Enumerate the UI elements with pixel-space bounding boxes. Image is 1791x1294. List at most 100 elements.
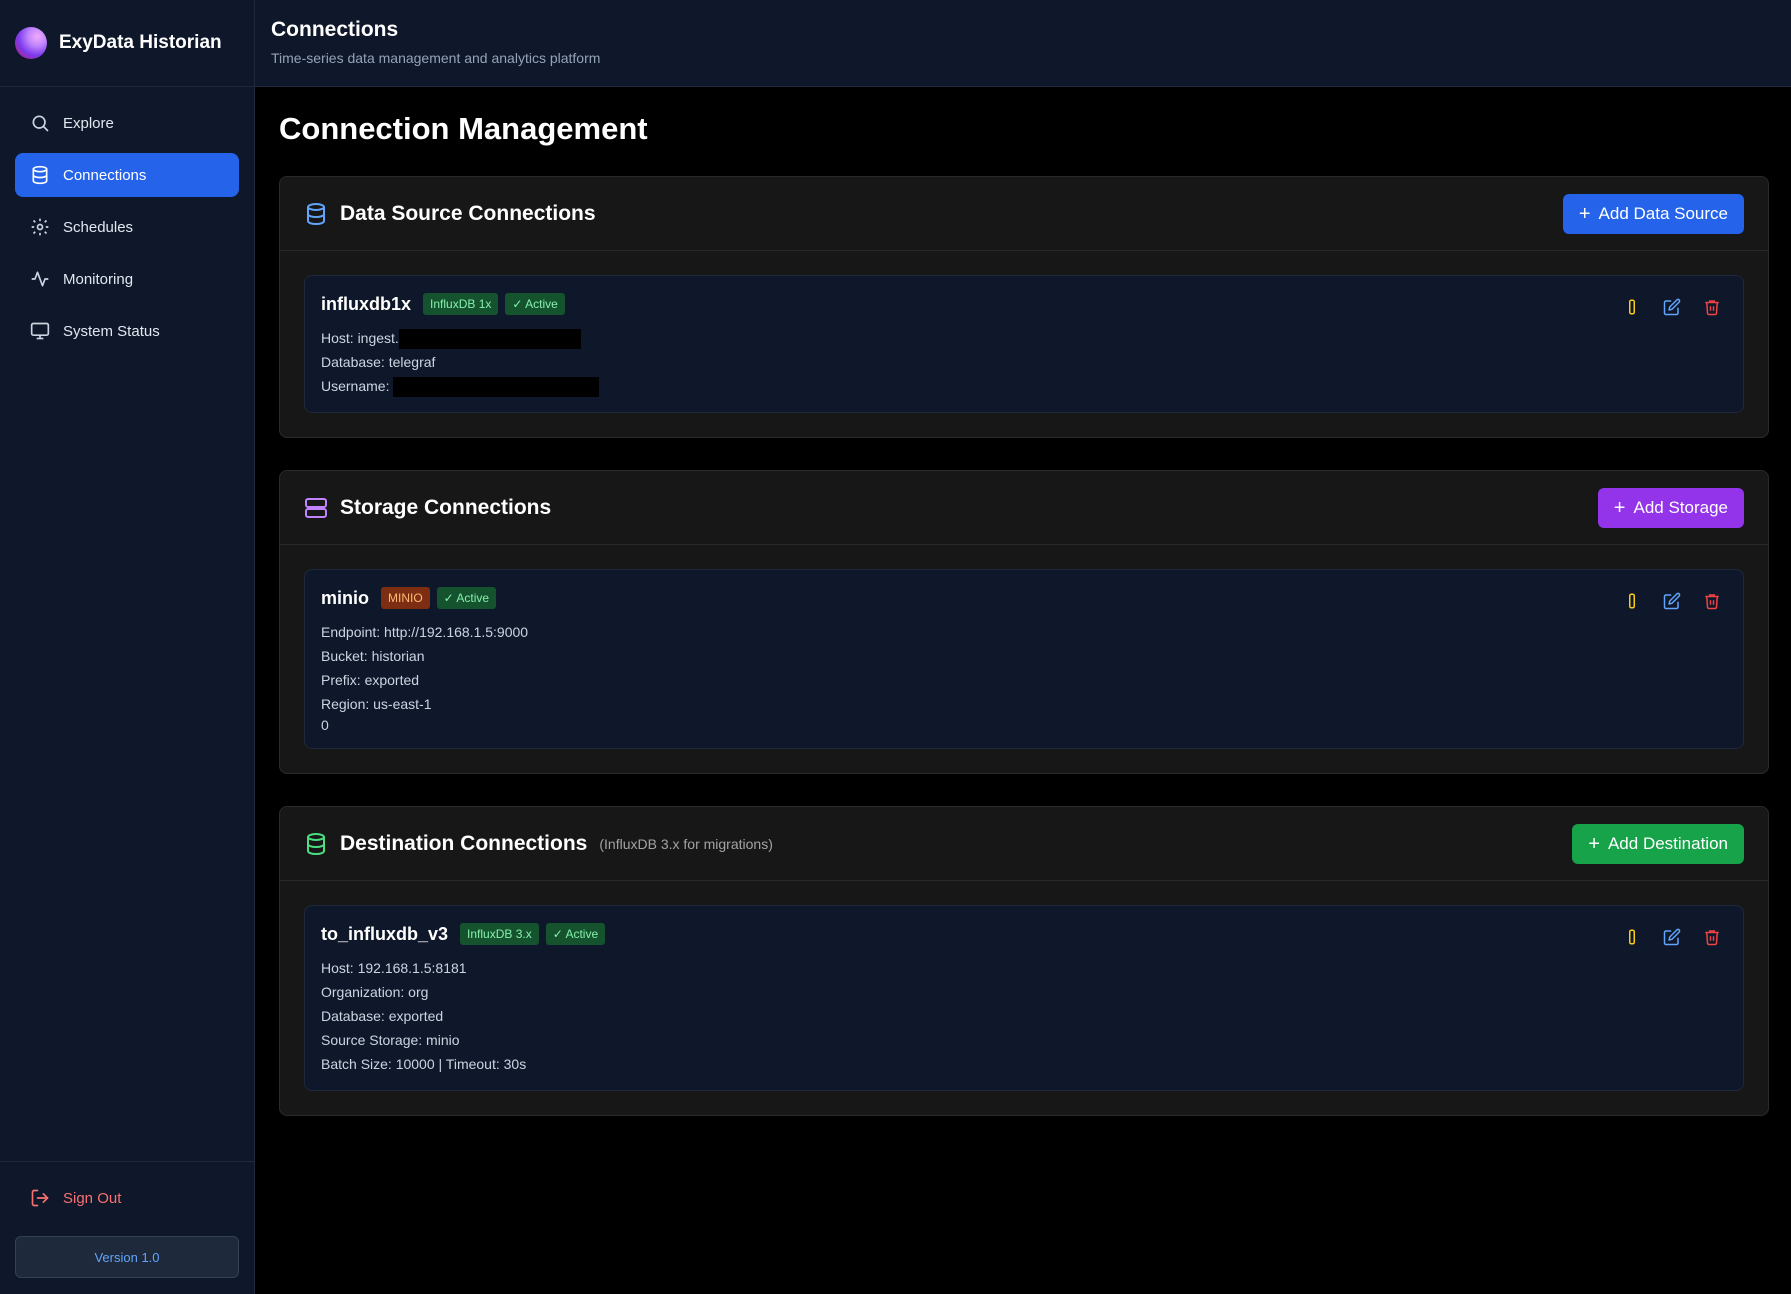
sidebar-item-explore[interactable]: Explore bbox=[15, 101, 239, 145]
button-label: Add Storage bbox=[1633, 497, 1728, 517]
sidebar-item-label: Monitoring bbox=[63, 270, 134, 288]
database-icon bbox=[307, 832, 325, 855]
connection-card: influxdb1x InfluxDB 1x ✓ Active Host: in… bbox=[304, 275, 1744, 413]
card-actions bbox=[1603, 298, 1723, 318]
section-title: Destination Connections bbox=[340, 831, 588, 855]
sign-out-button[interactable]: Sign Out bbox=[15, 1176, 239, 1220]
brand: ExyData Historian bbox=[0, 0, 254, 87]
section-header: Data Source Connections + Add Data Sourc… bbox=[280, 177, 1768, 251]
add-storage-button[interactable]: + Add Storage bbox=[1597, 487, 1744, 528]
type-badge: InfluxDB 1x bbox=[423, 293, 499, 315]
edit-button[interactable] bbox=[1663, 298, 1683, 318]
monitor-icon bbox=[30, 322, 50, 340]
edit-icon bbox=[1663, 928, 1681, 946]
card-detail: Region: us-east-1 bbox=[321, 696, 432, 712]
test-connection-button[interactable] bbox=[1623, 298, 1643, 318]
button-label: Add Data Source bbox=[1598, 203, 1728, 223]
header-subtitle: Time-series data management and analytic… bbox=[271, 50, 601, 66]
sidebar-item-connections[interactable]: Connections bbox=[15, 153, 239, 197]
main-area: Connections Time-series data management … bbox=[255, 0, 1791, 1294]
test-connection-button[interactable] bbox=[1623, 928, 1643, 948]
card-detail: Database: exported bbox=[321, 1008, 444, 1024]
card-detail: Username: bbox=[321, 374, 1727, 398]
app-name: ExyData Historian bbox=[59, 32, 222, 53]
card-detail: Host: ingest. bbox=[321, 326, 1727, 350]
data-source-section: Data Source Connections + Add Data Sourc… bbox=[279, 176, 1769, 438]
type-badge: MINIO bbox=[381, 587, 430, 609]
content: Connection Management Data Source Connec… bbox=[255, 87, 1791, 1148]
delete-button[interactable] bbox=[1703, 928, 1723, 948]
trash-icon bbox=[1705, 300, 1719, 316]
card-actions bbox=[1603, 928, 1723, 948]
sidebar-nav: Explore Connections Schedules Monitoring… bbox=[0, 87, 254, 361]
database-icon bbox=[307, 202, 325, 225]
section-title: Data Source Connections bbox=[340, 201, 596, 225]
card-detail: Host: 192.168.1.5:8181 bbox=[321, 960, 467, 976]
sidebar-item-label: System Status bbox=[63, 322, 160, 340]
connection-name: minio bbox=[321, 587, 369, 608]
section-title: Storage Connections bbox=[340, 495, 552, 519]
sidebar-item-monitoring[interactable]: Monitoring bbox=[15, 257, 239, 301]
activity-icon bbox=[31, 271, 49, 287]
section-header: Destination Connections (InfluxDB 3.x fo… bbox=[280, 807, 1768, 881]
server-icon bbox=[305, 497, 327, 518]
header-title: Connections bbox=[271, 18, 399, 41]
page-title: Connection Management bbox=[279, 111, 648, 146]
sidebar: ExyData Historian Explore Connections Sc… bbox=[0, 0, 255, 1294]
status-badge: ✓ Active bbox=[505, 293, 565, 315]
app-logo bbox=[15, 27, 47, 59]
version-badge: Version 1.0 bbox=[15, 1236, 239, 1278]
delete-button[interactable] bbox=[1703, 298, 1723, 318]
connection-card: minio MINIO ✓ Active Endpoint: http://19… bbox=[304, 569, 1744, 749]
plus-icon: + bbox=[1588, 832, 1600, 855]
connection-card: to_influxdb_v3 InfluxDB 3.x ✓ Active Hos… bbox=[304, 905, 1744, 1091]
add-destination-button[interactable]: + Add Destination bbox=[1572, 823, 1744, 864]
storage-section: Storage Connections + Add Storage minio … bbox=[279, 470, 1769, 774]
card-detail: Endpoint: http://192.168.1.5:9000 bbox=[321, 624, 529, 640]
card-detail: Database: telegraf bbox=[321, 354, 436, 370]
status-badge: ✓ Active bbox=[545, 923, 606, 945]
plus-icon: + bbox=[1613, 496, 1626, 519]
type-badge: InfluxDB 3.x bbox=[460, 923, 539, 945]
card-detail: Source Storage: minio bbox=[321, 1032, 460, 1048]
add-data-source-button[interactable]: + Add Data Source bbox=[1562, 193, 1744, 234]
sidebar-item-label: Connections bbox=[63, 166, 147, 184]
test-tube-icon bbox=[1629, 299, 1635, 315]
section-note: (InfluxDB 3.x for migrations) bbox=[599, 835, 773, 852]
card-detail: Prefix: exported bbox=[321, 672, 420, 688]
card-detail: 0 bbox=[321, 717, 329, 733]
sidebar-item-schedules[interactable]: Schedules bbox=[15, 205, 239, 249]
edit-icon bbox=[1663, 592, 1681, 610]
test-tube-icon bbox=[1629, 929, 1635, 945]
trash-icon bbox=[1705, 594, 1719, 610]
database-icon bbox=[32, 165, 48, 185]
edit-button[interactable] bbox=[1663, 928, 1683, 948]
button-label: Add Destination bbox=[1607, 833, 1728, 853]
sidebar-item-system-status[interactable]: System Status bbox=[15, 309, 239, 353]
edit-icon bbox=[1663, 298, 1681, 316]
section-header: Storage Connections + Add Storage bbox=[280, 471, 1768, 545]
trash-icon bbox=[1705, 930, 1719, 946]
sidebar-footer: Sign Out Version 1.0 bbox=[0, 1161, 254, 1294]
top-bar: Connections Time-series data management … bbox=[255, 0, 1791, 87]
delete-button[interactable] bbox=[1703, 592, 1723, 612]
status-badge: ✓ Active bbox=[436, 587, 497, 609]
destination-section: Destination Connections (InfluxDB 3.x fo… bbox=[279, 806, 1769, 1116]
connection-name: to_influxdb_v3 bbox=[321, 923, 449, 944]
card-detail: Bucket: historian bbox=[321, 648, 425, 664]
sidebar-item-label: Explore bbox=[63, 114, 114, 132]
plus-icon: + bbox=[1578, 202, 1591, 225]
redacted-block bbox=[398, 329, 581, 350]
sign-out-icon bbox=[31, 1189, 49, 1207]
test-connection-button[interactable] bbox=[1623, 592, 1643, 612]
card-detail: Batch Size: 10000 | Timeout: 30s bbox=[321, 1056, 527, 1072]
connection-name: influxdb1x bbox=[321, 293, 412, 314]
test-tube-icon bbox=[1629, 593, 1635, 609]
edit-button[interactable] bbox=[1663, 592, 1683, 612]
redacted-block bbox=[393, 377, 600, 398]
sign-out-label: Sign Out bbox=[63, 1189, 122, 1207]
gear-icon bbox=[31, 218, 49, 236]
card-actions bbox=[1603, 592, 1723, 612]
card-detail: Organization: org bbox=[321, 984, 429, 1000]
sidebar-item-label: Schedules bbox=[63, 218, 134, 236]
